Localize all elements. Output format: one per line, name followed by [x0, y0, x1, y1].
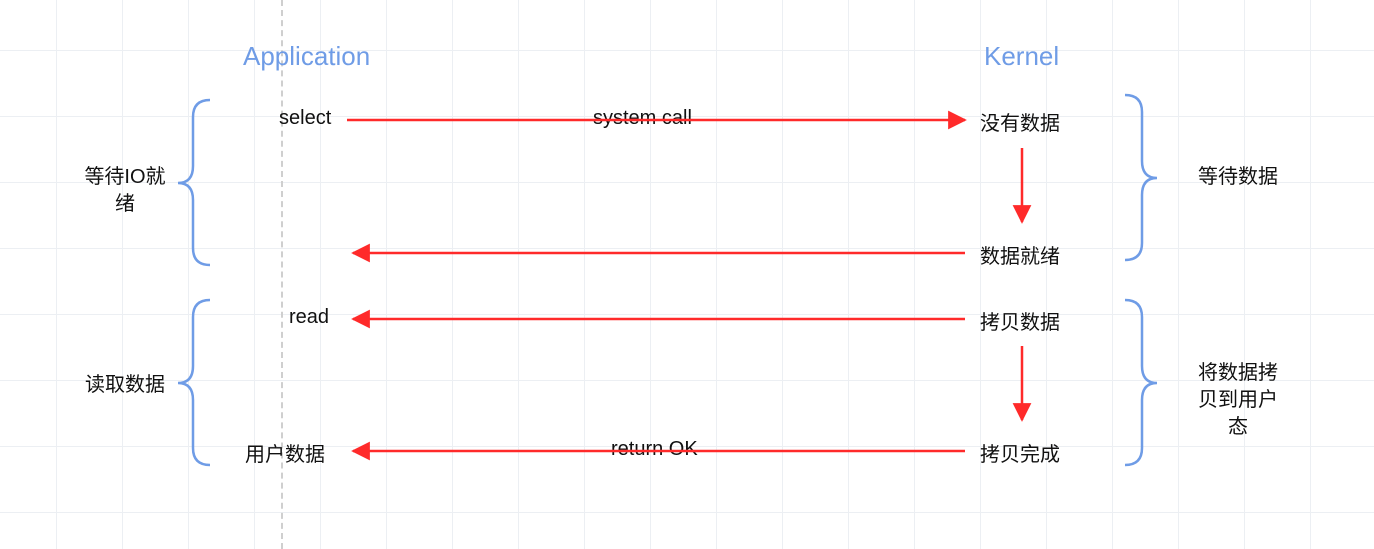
label-return-ok: return OK: [611, 438, 698, 461]
grid-background: [0, 0, 1374, 549]
label-copy-to-user: 将数据拷贝到用户态: [1183, 360, 1293, 441]
label-no-data: 没有数据: [980, 107, 1060, 136]
label-copy-data: 拷贝数据: [980, 306, 1060, 335]
label-wait-data: 等待数据: [1183, 164, 1293, 191]
label-system-call: system call: [593, 107, 692, 130]
heading-kernel: Kernel: [984, 41, 1059, 72]
label-wait-io-ready: 等待IO就绪: [75, 164, 175, 218]
label-read-data: 读取数据: [75, 372, 175, 399]
label-read: read: [289, 306, 329, 329]
label-copy-done: 拷贝完成: [980, 438, 1060, 467]
heading-application: Application: [243, 41, 370, 72]
label-select: select: [279, 107, 331, 130]
label-user-data: 用户数据: [245, 438, 325, 467]
label-data-ready: 数据就绪: [980, 240, 1060, 269]
